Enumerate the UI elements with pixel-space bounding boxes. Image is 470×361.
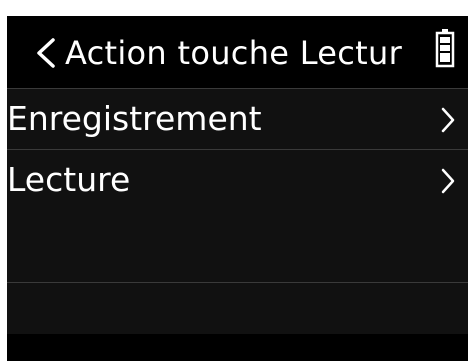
menu-list: Enregistrement Lecture (7, 88, 468, 334)
chevron-right-icon (441, 168, 455, 194)
menu-item-lecture[interactable]: Lecture (7, 149, 468, 210)
page-title: Action touche Lectur (65, 34, 403, 72)
menu-item-label: Lecture (7, 160, 131, 199)
device-screen: Action touche Lectur Enregistrement Lect… (7, 16, 468, 361)
menu-item-enregistrement[interactable]: Enregistrement (7, 88, 468, 149)
footer-bar (7, 334, 468, 361)
chevron-right-icon (441, 107, 455, 133)
menu-item-label: Enregistrement (7, 99, 262, 138)
list-divider (7, 282, 468, 283)
header-bar: Action touche Lectur (7, 16, 468, 88)
battery-full-icon (435, 29, 455, 68)
chevron-left-icon[interactable] (33, 36, 59, 70)
